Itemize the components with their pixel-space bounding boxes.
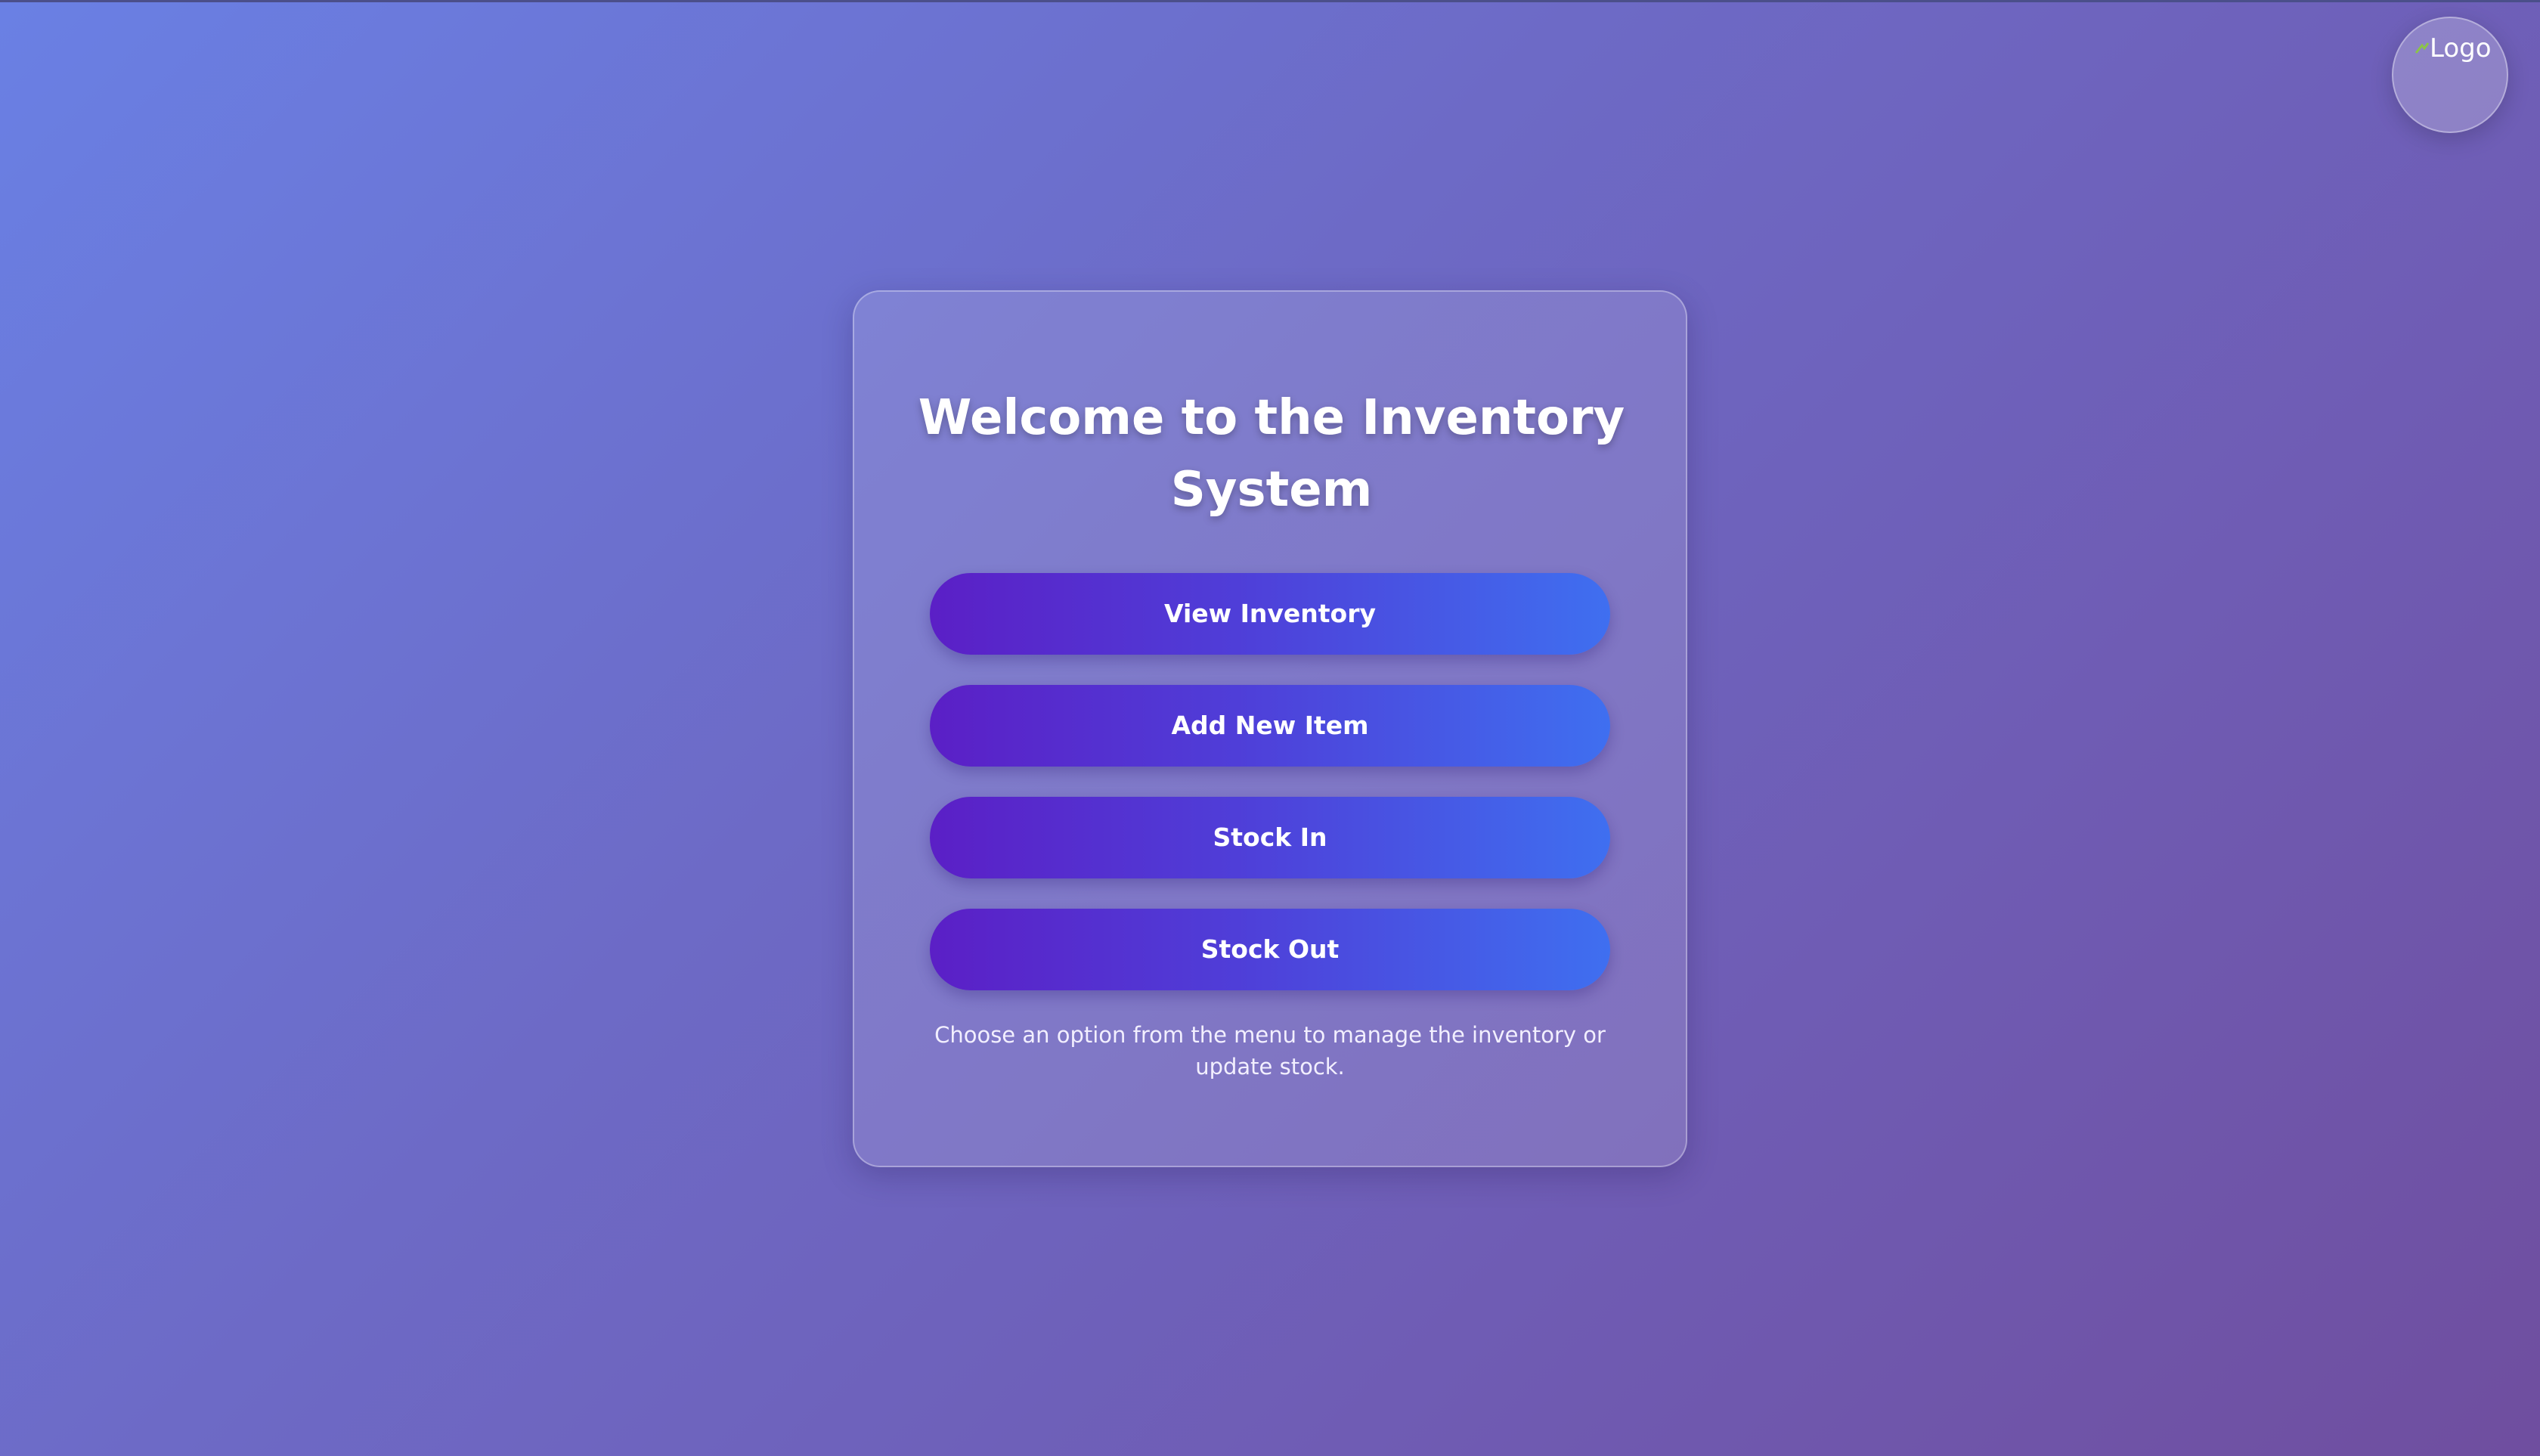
- add-new-item-button[interactable]: Add New Item: [930, 685, 1610, 767]
- window-top-border: [0, 0, 2540, 2]
- view-inventory-button[interactable]: View Inventory: [930, 573, 1610, 655]
- stock-out-button[interactable]: Stock Out: [930, 909, 1610, 990]
- main-menu-card: Welcome to the Inventory System View Inv…: [853, 290, 1687, 1167]
- logo[interactable]: Logo: [2392, 17, 2508, 133]
- page-title: Welcome to the Inventory System: [918, 390, 1625, 518]
- broken-image-icon: [2415, 42, 2430, 54]
- stock-in-button[interactable]: Stock In: [930, 797, 1610, 878]
- menu-description: Choose an option from the menu to manage…: [934, 1022, 1606, 1080]
- logo-alt-text: Logo: [2430, 33, 2492, 64]
